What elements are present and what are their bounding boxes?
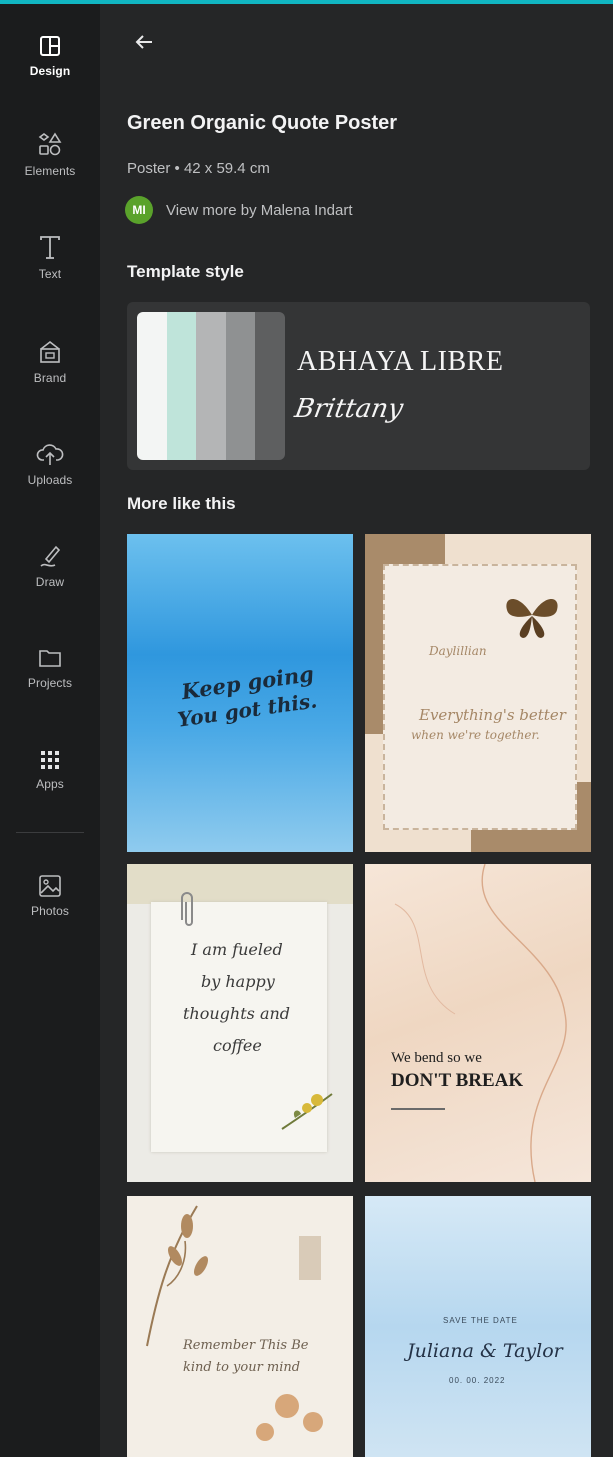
template-style-card[interactable]: ABHAYA LIBRE Brittany	[127, 302, 590, 470]
thumbnail-text: We bend so we	[391, 1050, 482, 1066]
apps-grid-icon	[41, 751, 59, 769]
line-art-decoration	[394, 864, 567, 1182]
thumbnail-text: Juliana & Taylor	[407, 1340, 563, 1362]
upload-cloud-icon	[36, 444, 64, 465]
avatar: MI	[125, 196, 153, 224]
layout-icon	[40, 36, 60, 56]
thumbnail-text: 00. 00. 2022	[449, 1376, 506, 1385]
draw-pen-icon	[40, 545, 61, 567]
paperclip-icon	[181, 892, 193, 926]
dried-branch-decoration	[146, 1205, 323, 1441]
sidebar-divider	[16, 832, 84, 833]
template-thumbnail[interactable]: We bend so we DON'T BREAK	[365, 864, 591, 1182]
thumbnail-text: SAVE THE DATE	[443, 1316, 518, 1325]
more-like-this-heading: More like this	[127, 494, 236, 513]
thumbnail-text: kind to your mind	[183, 1360, 301, 1375]
sidebar-item-photos[interactable]: Photos	[0, 850, 100, 942]
thumbnail-text: Remember This Be	[183, 1338, 309, 1353]
template-thumbnail[interactable]: SAVE THE DATE Juliana & Taylor 00. 00. 2…	[365, 1196, 591, 1457]
thumbnail-text: I am fueled	[191, 940, 283, 959]
thumbnail-text: Everything's better	[419, 706, 566, 724]
sidebar-item-uploads[interactable]: Uploads	[0, 418, 100, 510]
paper-strip	[127, 864, 353, 904]
template-thumbnail[interactable]: Remember This Be kind to your mind	[127, 1196, 353, 1457]
sidebar-item-apps[interactable]: Apps	[0, 724, 100, 816]
shapes-icon	[38, 132, 62, 156]
thumbnail-text: DON'T BREAK	[391, 1070, 524, 1091]
sidebar-item-label: Elements	[24, 164, 76, 178]
color-palette	[137, 312, 285, 460]
arrow-left-icon	[135, 35, 152, 49]
sidebar-item-label: Uploads	[27, 473, 73, 487]
thumbnail-text: Daylillian	[429, 644, 487, 658]
thumbnail-text: coffee	[213, 1036, 262, 1055]
thumbnail-text: thoughts and	[183, 1004, 291, 1023]
text-icon	[40, 236, 60, 259]
color-swatch	[225, 312, 256, 460]
sidebar-item-draw[interactable]: Draw	[0, 520, 100, 612]
color-swatch	[166, 312, 197, 460]
color-swatch	[196, 312, 226, 460]
color-swatch	[255, 312, 285, 460]
author-link[interactable]: MI View more by Malena Indart	[125, 196, 352, 224]
template-thumbnail[interactable]: Keep going You got this.	[127, 534, 353, 852]
color-swatch	[137, 312, 167, 460]
font-primary-sample: ABHAYA LIBRE	[297, 346, 504, 377]
caption-line	[391, 1108, 445, 1110]
thumbnail-text: when we're together.	[411, 728, 540, 742]
back-button[interactable]	[128, 26, 160, 58]
sidebar-rail: Design Elements Text Brand Uploads Draw …	[0, 4, 100, 1457]
sidebar-item-label: Apps	[36, 777, 64, 791]
sidebar-item-label: Design	[29, 64, 71, 78]
author-link-label: View more by Malena Indart	[166, 201, 353, 219]
template-meta: Poster • 42 x 59.4 cm	[127, 160, 270, 177]
sidebar-item-brand[interactable]: Brand	[0, 316, 100, 408]
font-secondary-sample: Brittany	[292, 394, 406, 424]
sidebar-item-label: Text	[38, 267, 62, 281]
sidebar-item-text[interactable]: Text	[0, 212, 100, 304]
sidebar-item-design[interactable]: Design	[0, 10, 100, 102]
sidebar-item-projects[interactable]: Projects	[0, 622, 100, 714]
sidebar-item-label: Draw	[35, 575, 65, 589]
brand-icon	[40, 340, 60, 363]
sidebar-item-label: Brand	[33, 371, 67, 385]
image-icon	[39, 875, 61, 897]
template-style-heading: Template style	[127, 262, 244, 281]
template-thumbnail[interactable]: Daylillian Everything's better when we'r…	[365, 534, 591, 852]
template-thumbnail[interactable]: I am fueled by happy thoughts and coffee	[127, 864, 353, 1182]
thumbnail-text: by happy	[201, 972, 275, 991]
butterfly-icon	[506, 598, 558, 638]
flower-sprig-icon	[281, 1093, 333, 1130]
sidebar-item-label: Photos	[31, 904, 69, 918]
template-title: Green Organic Quote Poster	[127, 112, 398, 134]
sidebar-item-label: Projects	[27, 676, 73, 690]
sidebar-item-elements[interactable]: Elements	[0, 109, 100, 201]
folder-icon	[39, 650, 61, 667]
